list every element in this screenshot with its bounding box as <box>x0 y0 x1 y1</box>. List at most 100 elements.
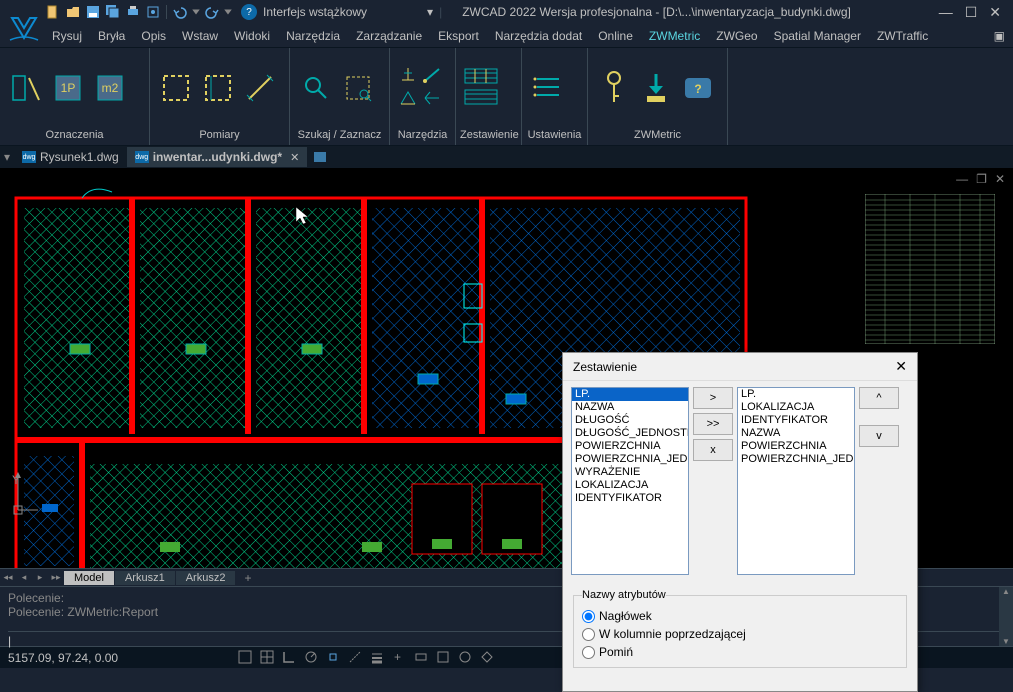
list-item[interactable]: POWIERZCHNIA_JEDN <box>572 453 688 466</box>
status-cycle-icon[interactable] <box>458 650 474 666</box>
status-ortho-icon[interactable] <box>282 650 298 666</box>
layout-first-icon[interactable]: ◂◂ <box>0 570 16 586</box>
qat-redo-icon[interactable] <box>203 3 221 21</box>
cmd-input[interactable]: | <box>8 634 11 648</box>
list-item[interactable]: LP. <box>572 388 688 401</box>
list-item[interactable]: WYRAŻENIE <box>572 466 688 479</box>
list-item[interactable]: DŁUGOŚĆ <box>572 414 688 427</box>
qat-print-icon[interactable] <box>124 3 142 21</box>
list-item[interactable]: LP. <box>738 388 854 401</box>
radio-skip-row[interactable]: Pomiń <box>582 643 898 661</box>
list-item[interactable]: IDENTYFIKATOR <box>572 492 688 505</box>
list-item[interactable]: NAZWA <box>738 427 854 440</box>
layout-last-icon[interactable]: ▸▸ <box>48 570 64 586</box>
qat-open-icon[interactable] <box>64 3 82 21</box>
radio-preceding[interactable] <box>582 628 595 641</box>
doc-tab-inwentar[interactable]: dwg inwentar...udynki.dwg* ✕ <box>127 147 308 167</box>
layout-add-button[interactable]: + <box>236 570 259 586</box>
ribbon-download-button[interactable] <box>638 70 674 106</box>
scroll-down-icon[interactable]: ▼ <box>1002 637 1010 646</box>
list-item[interactable]: LOKALIZACJA <box>738 401 854 414</box>
remove-button[interactable]: x <box>693 439 733 461</box>
ribbon-key-button[interactable] <box>596 70 632 106</box>
layout-tab-model[interactable]: Model <box>64 571 115 585</box>
layout-tab-arkusz1[interactable]: Arkusz1 <box>115 571 176 585</box>
minimize-button[interactable]: — <box>939 4 953 21</box>
close-button[interactable]: ✕ <box>989 4 1001 21</box>
selected-attributes-list[interactable]: LP. LOKALIZACJA IDENTYFIKATOR NAZWA POWI… <box>737 387 855 575</box>
list-item[interactable]: POWIERZCHNIA <box>572 440 688 453</box>
list-item[interactable]: IDENTYFIKATOR <box>738 414 854 427</box>
qat-preview-icon[interactable] <box>144 3 162 21</box>
menu-opis[interactable]: Opis <box>137 27 170 45</box>
radio-preceding-row[interactable]: W kolumnie poprzedzającej <box>582 625 898 643</box>
doc-tabs-menu-icon[interactable]: ▾ <box>4 150 14 164</box>
ribbon-search-button[interactable] <box>298 70 334 106</box>
ribbon-label-1p-button[interactable]: 1P <box>50 70 86 106</box>
qat-undo-dropdown-icon[interactable] <box>191 3 201 21</box>
status-grid-icon[interactable] <box>260 650 276 666</box>
ribbon-measure-line-button[interactable] <box>242 70 278 106</box>
add-all-button[interactable]: >> <box>693 413 733 435</box>
status-polar-icon[interactable] <box>304 650 320 666</box>
qat-saveall-icon[interactable] <box>104 3 122 21</box>
list-item[interactable]: POWIERZCHNIA_JEDN <box>738 453 854 466</box>
menu-bryla[interactable]: Bryła <box>94 27 129 45</box>
ribbon-area1-button[interactable] <box>158 70 194 106</box>
ribbon-marker1-button[interactable] <box>8 70 44 106</box>
radio-header[interactable] <box>582 610 595 623</box>
dropdown-arrow-icon[interactable]: ▾ <box>427 5 433 19</box>
status-dyn2-icon[interactable] <box>414 650 430 666</box>
maximize-button[interactable]: ☐ <box>965 4 978 21</box>
ribbon-collapse-icon[interactable]: ▣ <box>994 29 1013 43</box>
status-dyn-icon[interactable]: + <box>392 650 408 666</box>
radio-header-row[interactable]: Nagłówek <box>582 607 898 625</box>
available-attributes-list[interactable]: LP. NAZWA DŁUGOŚĆ DŁUGOŚĆ_JEDNOSTK POWIE… <box>571 387 689 575</box>
ui-mode-selector[interactable]: ? Interfejs wstążkowy ▾ | <box>241 4 442 20</box>
ribbon-tool1-icon[interactable] <box>398 66 418 87</box>
list-item[interactable]: NAZWA <box>572 401 688 414</box>
status-snap-icon[interactable] <box>238 650 254 666</box>
menu-eksport[interactable]: Eksport <box>434 27 483 45</box>
menu-zarzadzanie[interactable]: Zarządzanie <box>352 27 426 45</box>
menu-online[interactable]: Online <box>594 27 637 45</box>
ribbon-tool3-icon[interactable] <box>398 89 418 110</box>
ribbon-table1-icon[interactable] <box>464 68 498 87</box>
status-extra-icon[interactable] <box>480 650 496 666</box>
close-tab-icon[interactable]: ✕ <box>290 151 299 164</box>
layout-prev-icon[interactable]: ◂ <box>16 570 32 586</box>
layout-tab-arkusz2[interactable]: Arkusz2 <box>176 571 237 585</box>
list-item[interactable]: LOKALIZACJA <box>572 479 688 492</box>
qat-save-icon[interactable] <box>84 3 102 21</box>
add-button[interactable]: > <box>693 387 733 409</box>
ribbon-list-button[interactable] <box>530 70 566 106</box>
dialog-close-button[interactable]: ✕ <box>895 358 907 375</box>
ribbon-help-button[interactable]: ? <box>680 70 716 106</box>
move-down-button[interactable]: v <box>859 425 899 447</box>
ribbon-label-m2-button[interactable]: m2 <box>92 70 128 106</box>
status-lwt-icon[interactable] <box>370 650 386 666</box>
qat-redo-dropdown-icon[interactable] <box>223 3 233 21</box>
list-item[interactable]: POWIERZCHNIA <box>738 440 854 453</box>
ribbon-select-area-button[interactable] <box>340 70 376 106</box>
scroll-up-icon[interactable]: ▲ <box>1002 587 1010 596</box>
status-osnap-icon[interactable] <box>326 650 342 666</box>
cmdline-scrollbar[interactable]: ▲ ▼ <box>999 587 1013 646</box>
new-tab-icon[interactable] <box>313 150 327 164</box>
doc-tab-rysunek1[interactable]: dwg Rysunek1.dwg <box>14 147 127 167</box>
menu-zwmetric[interactable]: ZWMetric <box>645 27 704 45</box>
ribbon-table2-icon[interactable] <box>464 89 498 108</box>
ribbon-tool2-icon[interactable] <box>422 66 442 87</box>
menu-wstaw[interactable]: Wstaw <box>178 27 222 45</box>
status-model-icon[interactable] <box>436 650 452 666</box>
move-up-button[interactable]: ^ <box>859 387 899 409</box>
ribbon-tool4-icon[interactable] <box>422 89 442 110</box>
list-item[interactable]: DŁUGOŚĆ_JEDNOSTK <box>572 427 688 440</box>
status-otrack-icon[interactable] <box>348 650 364 666</box>
qat-undo-icon[interactable] <box>171 3 189 21</box>
qat-new-icon[interactable] <box>44 3 62 21</box>
radio-skip[interactable] <box>582 646 595 659</box>
menu-rysuj[interactable]: Rysuj <box>48 27 86 45</box>
help-icon[interactable]: ? <box>241 4 257 20</box>
menu-widoki[interactable]: Widoki <box>230 27 274 45</box>
